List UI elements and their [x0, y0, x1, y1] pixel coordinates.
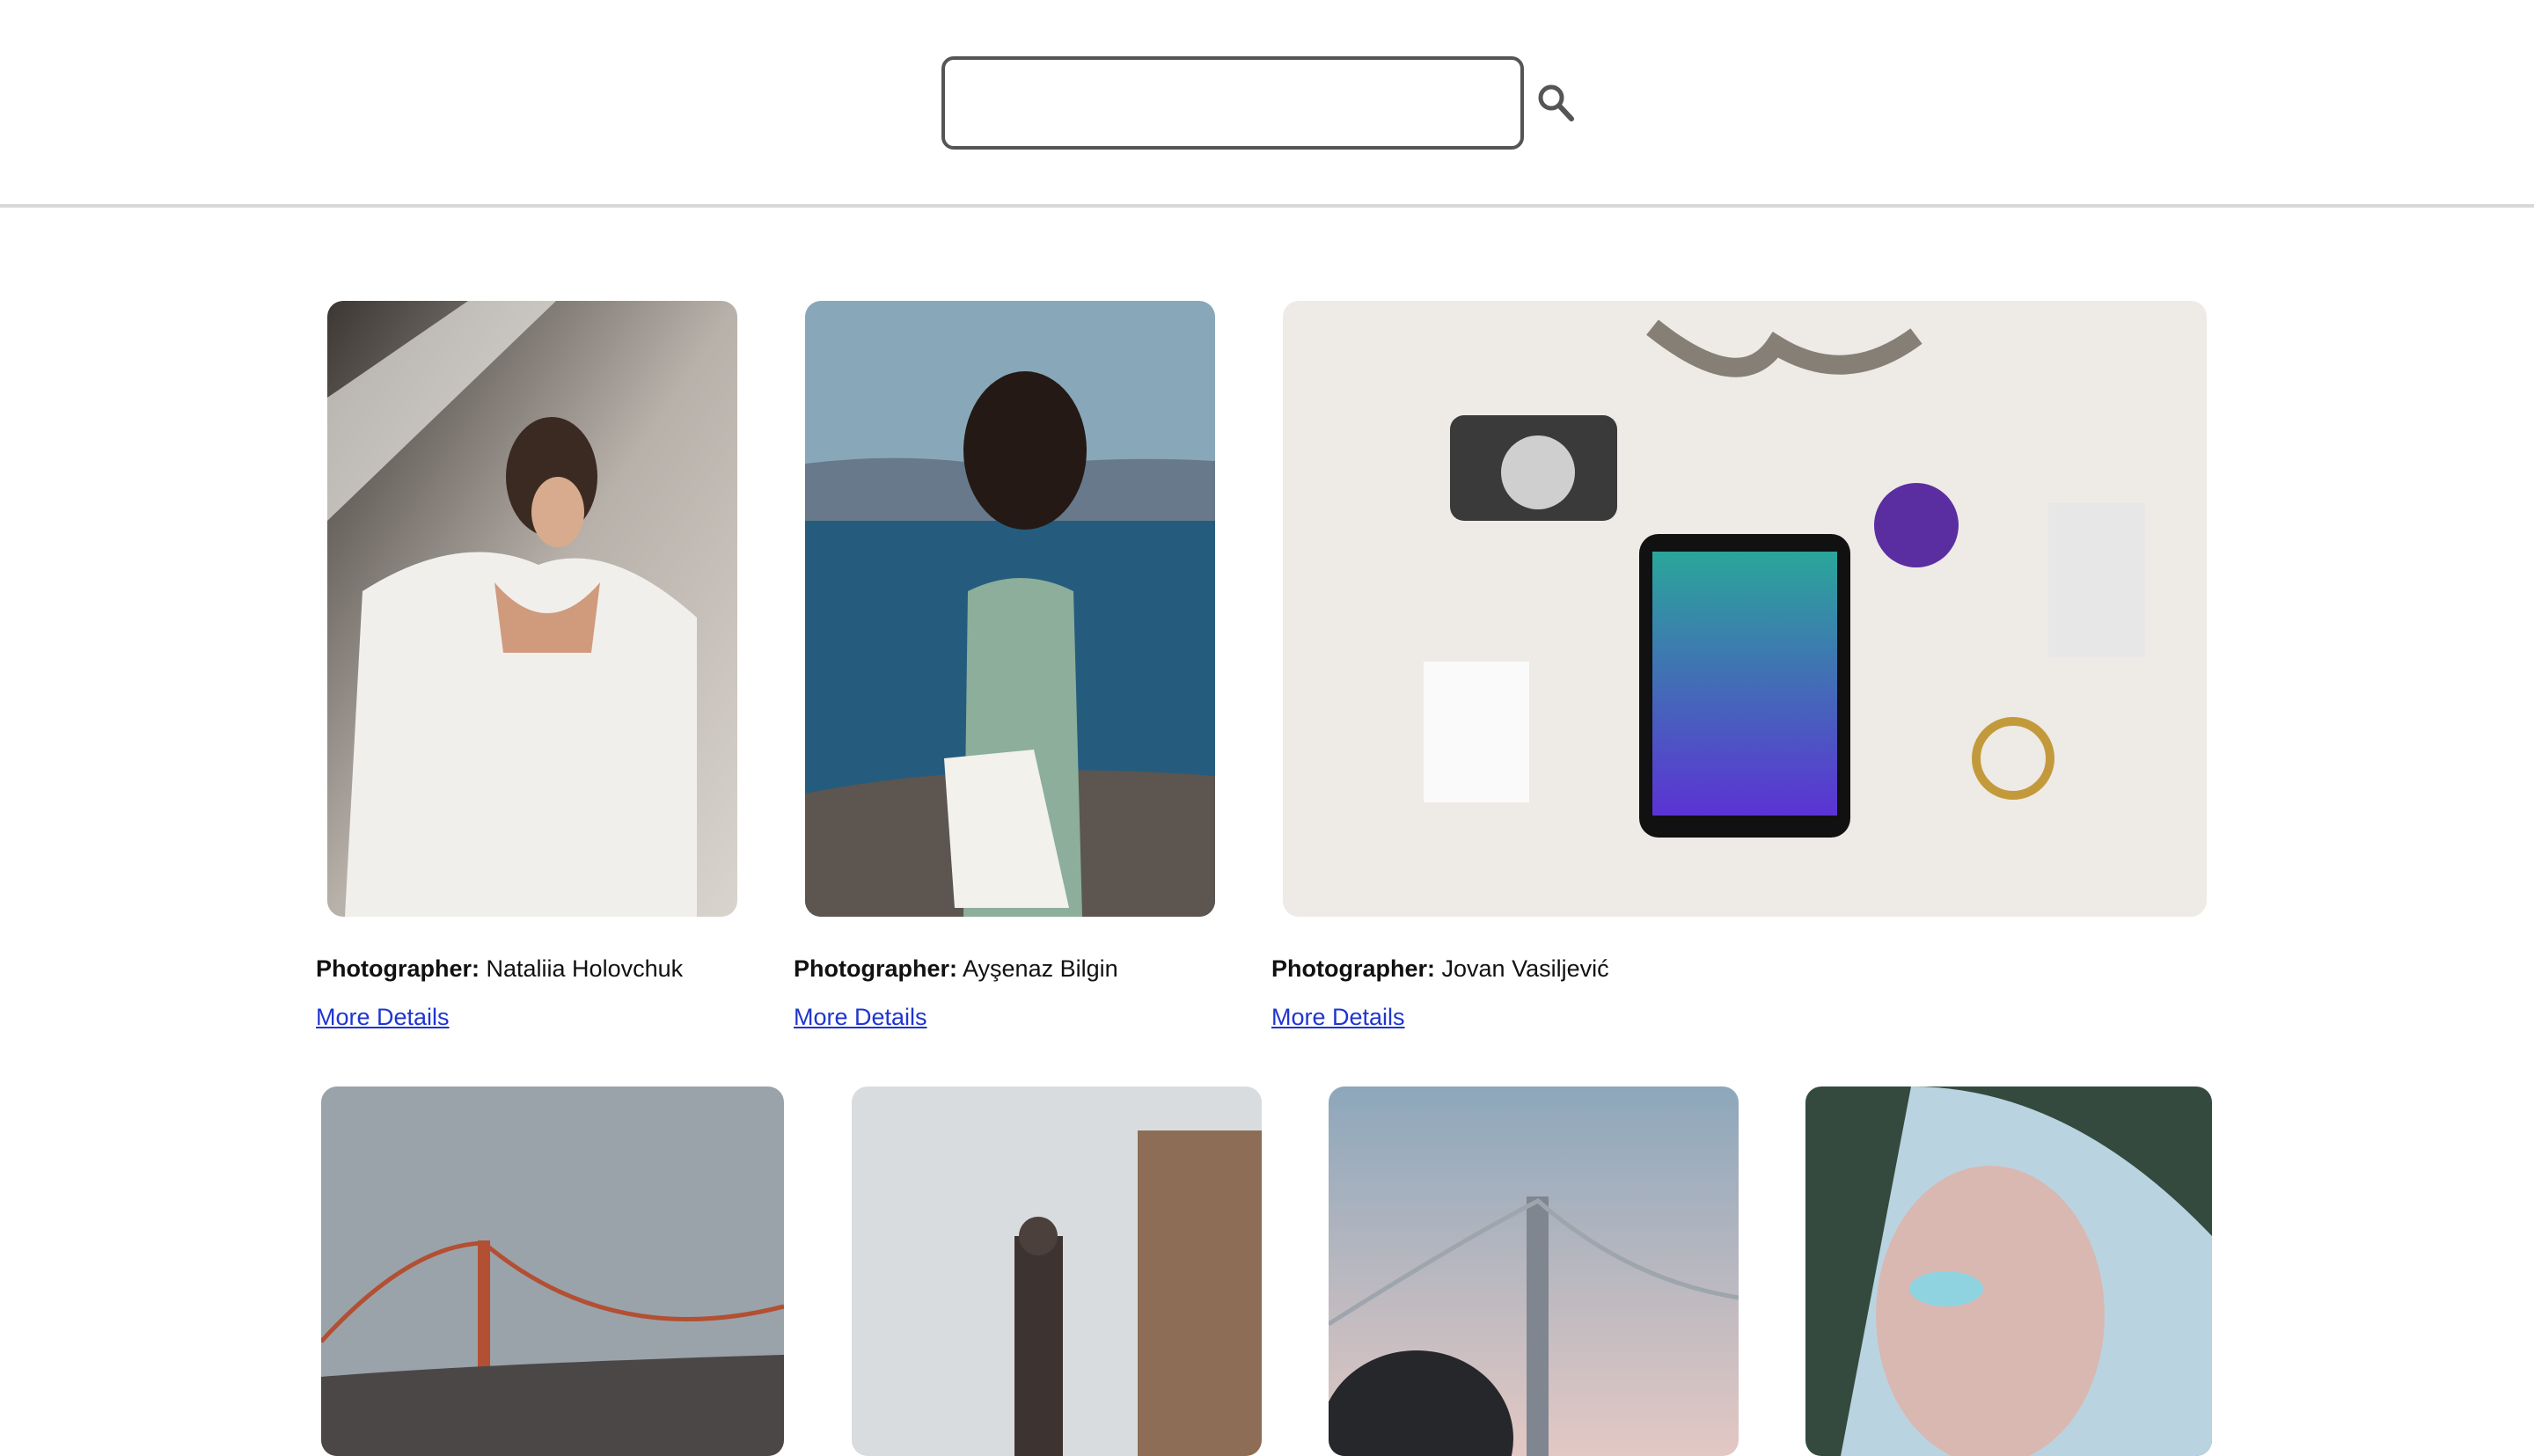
- photo-woman-white-dress[interactable]: [327, 301, 737, 917]
- photo-clock-tower[interactable]: [852, 1087, 1262, 1456]
- more-details-link[interactable]: More Details: [1271, 1004, 1405, 1031]
- photographer-caption: Photographer: Jovan Vasiljević: [1271, 955, 1609, 983]
- photographer-name: Nataliia Holovchuk: [486, 955, 684, 982]
- photo-golden-gate-bridge[interactable]: [321, 1087, 784, 1456]
- photo-bay-bridge[interactable]: [1329, 1087, 1739, 1456]
- photographer-label: Photographer:: [316, 955, 480, 982]
- top-header: [0, 0, 2534, 208]
- photographer-label: Photographer:: [1271, 955, 1435, 982]
- photographer-caption: Photographer: Nataliia Holovchuk: [316, 955, 683, 983]
- search-button[interactable]: [1536, 83, 1575, 123]
- photographer-label: Photographer:: [794, 955, 957, 982]
- photographer-caption: Photographer: Ayşenaz Bilgin: [794, 955, 1118, 983]
- more-details-link[interactable]: More Details: [794, 1004, 927, 1031]
- photo-flatlay-canva[interactable]: [1283, 301, 2207, 917]
- photo-veiled-face[interactable]: [1805, 1087, 2212, 1456]
- photographer-name: Jovan Vasiljević: [1441, 955, 1609, 982]
- photo-woman-by-sea[interactable]: [805, 301, 1215, 917]
- search-input[interactable]: [941, 56, 1524, 150]
- photographer-name: Ayşenaz Bilgin: [963, 955, 1118, 982]
- more-details-link[interactable]: More Details: [316, 1004, 450, 1031]
- search-icon: [1538, 84, 1574, 121]
